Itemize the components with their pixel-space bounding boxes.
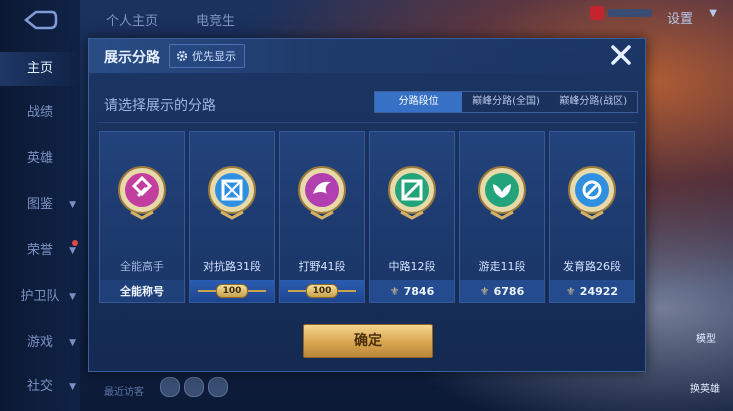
top-bar: 个人主页 电竞生 [80, 0, 733, 36]
peak-score-value: 6786 [493, 284, 525, 298]
tab-lane-rank[interactable]: 分路段位 [375, 92, 463, 112]
lane-card-farm[interactable]: 发育路26段 ⚜ 24922 [549, 131, 635, 303]
lane-card-name: 对抗路31段 [203, 260, 261, 273]
lane-card-name: 中路12段 [388, 260, 436, 273]
lane-card-footer: 全能称号 [100, 280, 184, 302]
sidebar-item-label: 战绩 [26, 105, 53, 120]
gear-icon [176, 50, 188, 62]
tab-peak-lane-national[interactable]: 巅峰分路(全国) [462, 92, 549, 112]
divider [97, 122, 637, 123]
status-bar [608, 9, 652, 17]
visitor-avatar[interactable] [208, 377, 228, 397]
priority-display-label: 优先显示 [192, 50, 236, 63]
sidebar-item-label: 主页 [26, 61, 53, 76]
sidebar-item-label: 社交 [26, 379, 53, 394]
visitor-avatar[interactable] [160, 377, 180, 397]
peak-score-icon: ⚜ [389, 284, 400, 298]
lane-card-name: 游走11段 [478, 260, 526, 273]
visitor-avatar[interactable] [184, 377, 204, 397]
back-logo-icon[interactable] [22, 8, 58, 32]
chevron-down-icon: ▼ [69, 382, 76, 392]
close-button[interactable] [609, 43, 633, 67]
peak-score-icon: ⚜ [479, 284, 490, 298]
lane-card-footer: 100 [280, 280, 364, 302]
lane-card-jungle[interactable]: 打野41段 100 [279, 131, 365, 303]
dialog-title: 展示分路 [104, 50, 160, 66]
close-icon [611, 45, 631, 65]
tab-peak-lane-region[interactable]: 巅峰分路(战区) [550, 92, 637, 112]
segment-control: 分路段位 巅峰分路(全国) 巅峰分路(战区) [374, 91, 638, 113]
sidebar: 主页 战绩 英雄 图鉴 ▼ 荣誉 ▼ 护卫队 ▼ 游戏 ▼ 社交 ▼ [0, 0, 80, 411]
ribbon-wing [197, 290, 216, 292]
lane-card-footer: 100 [190, 280, 274, 302]
lane-card-roam[interactable]: 游走11段 ⚜ 6786 [459, 131, 545, 303]
chevron-down-icon: ▼ [69, 338, 76, 348]
sidebar-item-games[interactable]: 游戏 ▼ [0, 326, 80, 360]
peak-score-value: 24922 [579, 284, 619, 298]
lane-card-footer: ⚜ 6786 [460, 280, 544, 302]
lane-card-footer: ⚜ 24922 [550, 280, 634, 302]
dialog-subtitle: 请选择展示的分路 [104, 98, 216, 114]
confirm-button[interactable]: 确定 [303, 324, 433, 358]
jungle-icon [298, 166, 346, 220]
chevron-down-icon: ▼ [69, 200, 76, 210]
sidebar-item-label: 游戏 [26, 335, 53, 350]
all-round-title-label: 全能称号 [120, 285, 164, 298]
display-lane-dialog: 展示分路 优先显示 请选择展示的分路 分路段位 巅峰分路(全国) 巅峰分路(战区… [88, 38, 646, 372]
settings-button[interactable]: 设置 [667, 8, 693, 27]
sidebar-item-label: 英雄 [26, 151, 53, 166]
lane-card-all-round[interactable]: 全能高手 全能称号 [99, 131, 185, 303]
clash-lane-icon [208, 166, 256, 220]
ribbon-wing [287, 290, 306, 292]
chevron-down-icon: ▼ [69, 292, 76, 302]
priority-display-button[interactable]: 优先显示 [169, 44, 245, 68]
farm-lane-icon [568, 166, 616, 220]
dialog-header: 展示分路 优先显示 [89, 39, 645, 73]
sidebar-item-heroes[interactable]: 英雄 [0, 142, 80, 176]
mid-lane-icon [388, 166, 436, 220]
lane-card-name: 全能高手 [120, 260, 164, 273]
change-hero-button[interactable]: 换英雄 [690, 380, 720, 395]
ribbon-number: 100 [215, 284, 249, 298]
notification-dot [72, 240, 78, 246]
lane-card-name: 发育路26段 [563, 260, 621, 273]
status-badge [590, 6, 604, 20]
lane-card-mid[interactable]: 中路12段 ⚜ 7846 [369, 131, 455, 303]
sidebar-item-label: 护卫队 [20, 289, 60, 304]
sidebar-item-label: 荣誉 [26, 243, 53, 258]
ribbon-wing [338, 290, 357, 292]
ribbon-number: 100 [305, 284, 339, 298]
roam-icon [478, 166, 526, 220]
chevron-down-icon: ▼ [709, 8, 717, 19]
lane-card-footer: ⚜ 7846 [370, 280, 454, 302]
sidebar-item-home[interactable]: 主页 [0, 52, 80, 86]
peak-score-value: 7846 [403, 284, 435, 298]
peak-score-icon: ⚜ [565, 284, 576, 298]
sidebar-item-honor[interactable]: 荣誉 ▼ [0, 234, 80, 268]
sidebar-item-label: 图鉴 [26, 197, 53, 212]
tab-esports[interactable]: 电竞生 [196, 10, 235, 29]
lane-card-name: 打野41段 [298, 260, 346, 273]
sidebar-item-records[interactable]: 战绩 [0, 96, 80, 130]
sidebar-item-guard-team[interactable]: 护卫队 ▼ [0, 280, 80, 314]
lane-cards: 全能高手 全能称号 对抗路31段 100 打野41段 100 中路12段 ⚜ 7… [99, 131, 635, 303]
sidebar-item-codex[interactable]: 图鉴 ▼ [0, 188, 80, 222]
model-button[interactable]: 模型 [696, 330, 716, 345]
ribbon-wing [248, 290, 267, 292]
tab-profile[interactable]: 个人主页 [106, 10, 158, 29]
lane-card-clash[interactable]: 对抗路31段 100 [189, 131, 275, 303]
recent-visitors-label: 最近访客 [104, 387, 144, 398]
all-round-icon [118, 166, 166, 220]
sidebar-item-social[interactable]: 社交 ▼ [0, 370, 80, 404]
